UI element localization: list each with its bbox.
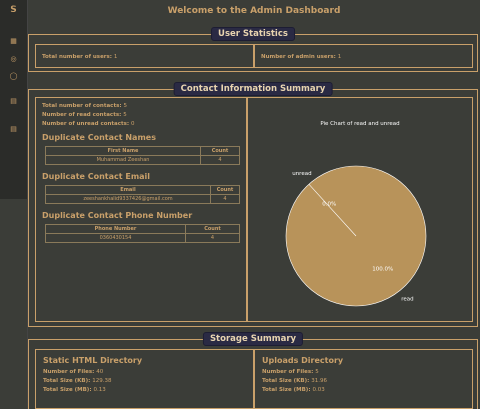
uploads-files-label: Number of Files: <box>262 369 314 375</box>
static-mb-value: 0.13 <box>93 387 106 393</box>
total-contacts-label: Total number of contacts: <box>42 103 122 109</box>
unread-contacts-value: 0 <box>131 121 135 127</box>
section-title: User Statistics <box>211 27 295 41</box>
total-users-card: Total number of users: 1 <box>35 44 254 68</box>
page-title: Welcome to the Admin Dashboard <box>167 6 341 16</box>
uploads-kb-value: 31.96 <box>311 378 327 384</box>
section-title: Contact Information Summary <box>173 82 333 96</box>
document-icon[interactable]: ▤ <box>0 97 27 105</box>
duplicate-names-table: First Name Count Muhammad Zeeshan 4 <box>45 146 240 165</box>
chat-icon[interactable]: ◯ <box>0 72 27 80</box>
section-title: Storage Summary <box>202 332 304 346</box>
static-kb-label: Total Size (KB): <box>43 378 91 384</box>
uploads-files-value: 5 <box>315 369 319 375</box>
uploads-dir-heading: Uploads Directory <box>262 356 344 365</box>
uploads-mb-label: Total Size (MB): <box>262 387 311 393</box>
static-dir-card: Static HTML Directory Number of Files: 4… <box>35 349 254 409</box>
total-admins-label: Number of admin users: <box>261 54 336 60</box>
table-cell: zeeshankhalid9337426@gmail.com <box>45 194 211 204</box>
table-cell: 4 <box>200 155 240 165</box>
total-admins-card: Number of admin users: 1 <box>254 44 473 68</box>
duplicate-phones-table: Phone Number Count 0360430154 4 <box>45 224 240 243</box>
static-kb-value: 129.38 <box>92 378 112 384</box>
uploads-kb-label: Total Size (KB): <box>262 378 310 384</box>
column-header: First Name <box>45 146 201 156</box>
sidebar-lower <box>0 199 27 409</box>
read-contacts-value: 5 <box>123 112 127 118</box>
table-row: 0360430154 4 <box>45 233 240 243</box>
pie-pct-unread: 0.0% <box>322 202 336 208</box>
user-statistics-section: User Statistics Total number of users: 1… <box>28 27 478 72</box>
static-dir-heading: Static HTML Directory <box>43 356 143 365</box>
column-header: Count <box>185 224 240 234</box>
duplicate-names-heading: Duplicate Contact Names <box>42 133 156 142</box>
chart-title: Pie Chart of read and unread <box>320 121 400 127</box>
column-header: Count <box>200 146 240 156</box>
total-users-value: 1 <box>113 54 118 60</box>
logo-icon[interactable]: 𝗦 <box>0 6 27 15</box>
column-header: Count <box>210 185 240 195</box>
grid-icon[interactable]: ▦ <box>0 37 27 45</box>
uploads-mb-value: 0.03 <box>312 387 325 393</box>
table-cell: 0360430154 <box>45 233 186 243</box>
static-files-value: 40 <box>96 369 104 375</box>
duplicate-emails-table: Email Count zeeshankhalid9337426@gmail.c… <box>45 185 240 204</box>
contact-stats-panel: Total number of contacts: 5 Number of re… <box>35 97 247 322</box>
table-cell: 4 <box>210 194 240 204</box>
table-cell: 4 <box>185 233 240 243</box>
column-header: Phone Number <box>45 224 186 234</box>
total-contacts-value: 5 <box>123 103 127 109</box>
column-header: Email <box>45 185 211 195</box>
duplicate-phones-heading: Duplicate Contact Phone Number <box>42 211 193 220</box>
document-icon[interactable]: ▤ <box>0 125 27 133</box>
pie-chart: unread read 0.0% 100.0% <box>285 165 427 307</box>
pie-pct-read: 100.0% <box>372 266 393 272</box>
table-cell: Muhammad Zeeshan <box>45 155 201 165</box>
duplicate-emails-heading: Duplicate Contact Email <box>42 172 151 181</box>
pie-label-read: read <box>401 296 413 302</box>
static-mb-label: Total Size (MB): <box>43 387 92 393</box>
total-users-label: Total number of users: <box>42 54 112 60</box>
uploads-dir-card: Uploads Directory Number of Files: 5 Tot… <box>254 349 473 409</box>
table-row: Muhammad Zeeshan 4 <box>45 155 240 165</box>
static-files-label: Number of Files: <box>43 369 95 375</box>
total-admins-value: 1 <box>337 54 342 60</box>
unread-contacts-label: Number of unread contacts: <box>42 121 130 127</box>
read-contacts-label: Number of read contacts: <box>42 112 122 118</box>
pie-label-unread: unread <box>292 171 311 177</box>
contact-summary-section: Contact Information Summary Total number… <box>28 82 478 327</box>
storage-summary-section: Storage Summary Static HTML Directory Nu… <box>28 332 478 409</box>
table-row: zeeshankhalid9337426@gmail.com 4 <box>45 194 240 204</box>
settings-icon[interactable]: ◎ <box>0 55 27 63</box>
pie-chart-panel: Pie Chart of read and unread unread read 0… <box>247 97 473 322</box>
sidebar: 𝗦 ▦ ◎ ◯ ▤ ▤ <box>0 0 28 409</box>
